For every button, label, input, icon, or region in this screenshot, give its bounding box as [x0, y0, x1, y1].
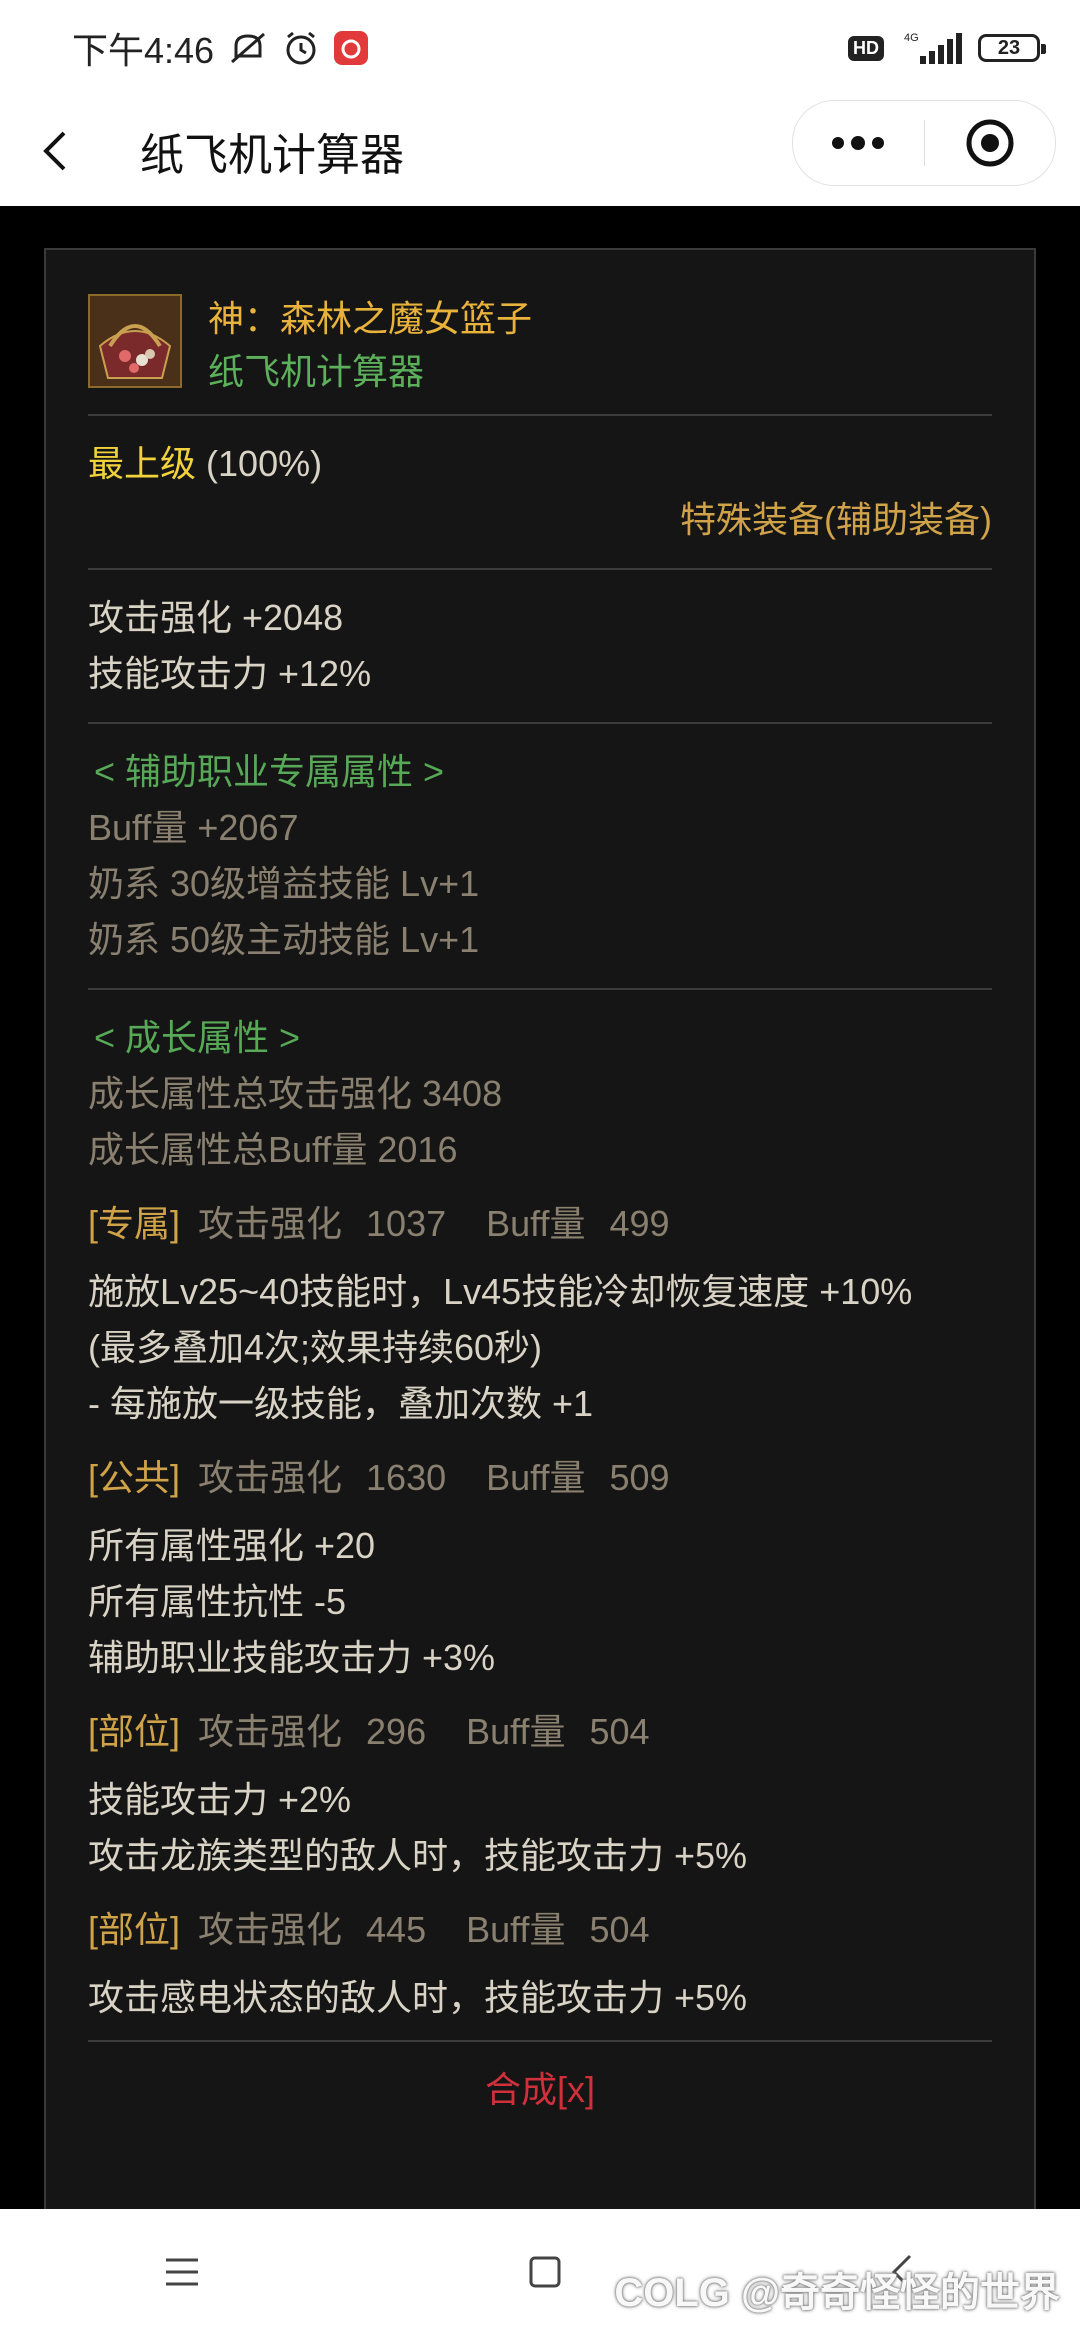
growth-tag: [公共]: [88, 1457, 181, 1498]
svg-text:4G: 4G: [904, 32, 919, 44]
attack-value: 296: [366, 1711, 427, 1752]
mute-icon: [228, 30, 268, 66]
divider: [88, 414, 992, 416]
growth-effect-line: - 每施放一级技能，叠加次数 +1: [88, 1383, 594, 1424]
divider: [88, 722, 992, 724]
buff-label: Buff量: [486, 1203, 586, 1244]
growth-entry-header: [部位] 攻击强化 296 Buff量 504: [88, 1704, 992, 1760]
attack-label: 攻击强化: [198, 1909, 343, 1950]
buff-label: Buff量: [466, 1909, 566, 1950]
item-type: 特殊装备(辅助装备): [680, 499, 992, 540]
content-area: 神：森林之魔女篮子 纸飞机计算器 最上级 (100%) 特殊装备(辅助装备) 攻…: [0, 206, 1080, 2238]
growth-entry-header: [公共] 攻击强化 1630 Buff量 509: [88, 1450, 992, 1506]
item-subtitle: 纸飞机计算器: [208, 351, 425, 392]
growth-effect-line: 所有属性抗性 -5: [88, 1581, 347, 1622]
growth-effect-line: 辅助职业技能攻击力 +3%: [88, 1637, 496, 1678]
support-line: 奶系 30级增益技能 Lv+1: [88, 863, 480, 904]
growth-entry-header: [专属] 攻击强化 1037 Buff量 499: [88, 1196, 992, 1252]
growth-effect-line: 所有属性强化 +20: [88, 1525, 376, 1566]
more-button[interactable]: [793, 101, 924, 185]
divider: [88, 2040, 992, 2042]
battery-indicator: 23: [978, 34, 1046, 62]
attack-value: 445: [366, 1909, 427, 1950]
signal-icon: 4G: [896, 30, 966, 66]
grade-line: 最上级 (100%): [88, 436, 992, 492]
attack-value: 1037: [366, 1203, 447, 1244]
growth-entry: [部位] 攻击强化 445 Buff量 504 攻击感电状态的敌人时，技能攻击力 +5%: [88, 1902, 992, 2026]
buff-value: 504: [589, 1909, 650, 1950]
synthesis-button[interactable]: 合成[x]: [88, 2062, 992, 2118]
buff-value: 509: [609, 1457, 670, 1498]
item-name: 神：森林之魔女篮子: [208, 298, 533, 339]
support-lines: Buff量 +2067 奶系 30级增益技能 Lv+1 奶系 50级主动技能 Lv+…: [88, 800, 992, 968]
buff-value: 499: [609, 1203, 670, 1244]
alarm-icon: [282, 29, 320, 67]
attack-value: 1630: [366, 1457, 447, 1498]
stat-line: 攻击强化 +2048: [88, 597, 344, 638]
item-tooltip-panel: 神：森林之魔女篮子 纸飞机计算器 最上级 (100%) 特殊装备(辅助装备) 攻…: [44, 248, 1036, 2238]
stat-line: 技能攻击力 +12%: [88, 653, 372, 694]
buff-value: 504: [589, 1711, 650, 1752]
attack-label: 攻击强化: [198, 1457, 343, 1498]
base-stats: 攻击强化 +2048 技能攻击力 +12%: [88, 590, 992, 702]
netease-music-icon: [334, 31, 369, 65]
growth-line: 成长属性总Buff量 2016: [88, 1129, 458, 1170]
growth-effect-line: 攻击龙族类型的敌人时，技能攻击力 +5%: [88, 1835, 748, 1876]
growth-line: 成长属性总攻击强化 3408: [88, 1073, 503, 1114]
more-dots-icon: [832, 136, 885, 150]
page-title: 纸飞机计算器: [140, 131, 404, 180]
attack-label: 攻击强化: [198, 1711, 343, 1752]
menu-icon: [165, 2258, 198, 2286]
home-button[interactable]: [525, 2252, 565, 2297]
hd-badge: HD: [848, 35, 884, 61]
attack-label: 攻击强化: [198, 1203, 343, 1244]
basket-icon: [88, 294, 182, 388]
close-miniprogram-button[interactable]: [925, 101, 1056, 185]
support-section-title: < 辅助职业专属属性 >: [94, 751, 445, 792]
watermark: COLG @奇奇怪怪的世界: [614, 2271, 1060, 2315]
growth-entry-header: [部位] 攻击强化 445 Buff量 504: [88, 1902, 992, 1958]
growth-tag: [部位]: [88, 1711, 181, 1752]
back-button[interactable]: [40, 121, 80, 181]
square-icon: [529, 2256, 561, 2288]
divider: [88, 568, 992, 570]
growth-effect-line: 攻击感电状态的敌人时，技能攻击力 +5%: [88, 1977, 748, 2018]
chevron-left-icon: [43, 131, 66, 171]
buff-label: Buff量: [466, 1711, 566, 1752]
item-grade-pct: (100%): [206, 443, 323, 484]
growth-effect-line: 施放Lv25~40技能时，Lv45技能冷却恢复速度 +10%: [88, 1271, 913, 1312]
menu-button[interactable]: [162, 2255, 202, 2294]
growth-tag: [专属]: [88, 1203, 181, 1244]
growth-effect-line: 技能攻击力 +2%: [88, 1779, 352, 1820]
growth-entries: [专属] 攻击强化 1037 Buff量 499 施放Lv25~40技能时，Lv45技能冷…: [88, 1196, 992, 2026]
growth-entry: [部位] 攻击强化 296 Buff量 504 技能攻击力 +2% 攻击龙族类型的敌人时，技…: [88, 1704, 992, 1884]
item-header: 神：森林之魔女篮子 纸飞机计算器: [88, 294, 992, 400]
target-icon: [966, 119, 1014, 167]
growth-lines: 成长属性总攻击强化 3408 成长属性总Buff量 2016: [88, 1066, 992, 1178]
status-bar: 下午4:46 HD 4G 23: [0, 0, 1080, 96]
support-line: 奶系 50级主动技能 Lv+1: [88, 919, 480, 960]
growth-entry: [专属] 攻击强化 1037 Buff量 499 施放Lv25~40技能时，Lv45技能冷…: [88, 1196, 992, 1432]
divider: [88, 988, 992, 990]
buff-label: Buff量: [486, 1457, 586, 1498]
title-bar: 纸飞机计算器: [0, 96, 1080, 206]
item-grade: 最上级: [88, 443, 197, 484]
miniprogram-capsule: [792, 100, 1056, 186]
growth-tag: [部位]: [88, 1909, 181, 1950]
status-time: 下午4:46: [72, 30, 215, 71]
support-line: Buff量 +2067: [88, 807, 299, 848]
growth-section-title: < 成长属性 >: [94, 1017, 301, 1058]
growth-effect-line: (最多叠加4次;效果持续60秒): [88, 1327, 543, 1368]
growth-entry: [公共] 攻击强化 1630 Buff量 509 所有属性强化 +20 所有属性抗性 -5 辅…: [88, 1450, 992, 1686]
